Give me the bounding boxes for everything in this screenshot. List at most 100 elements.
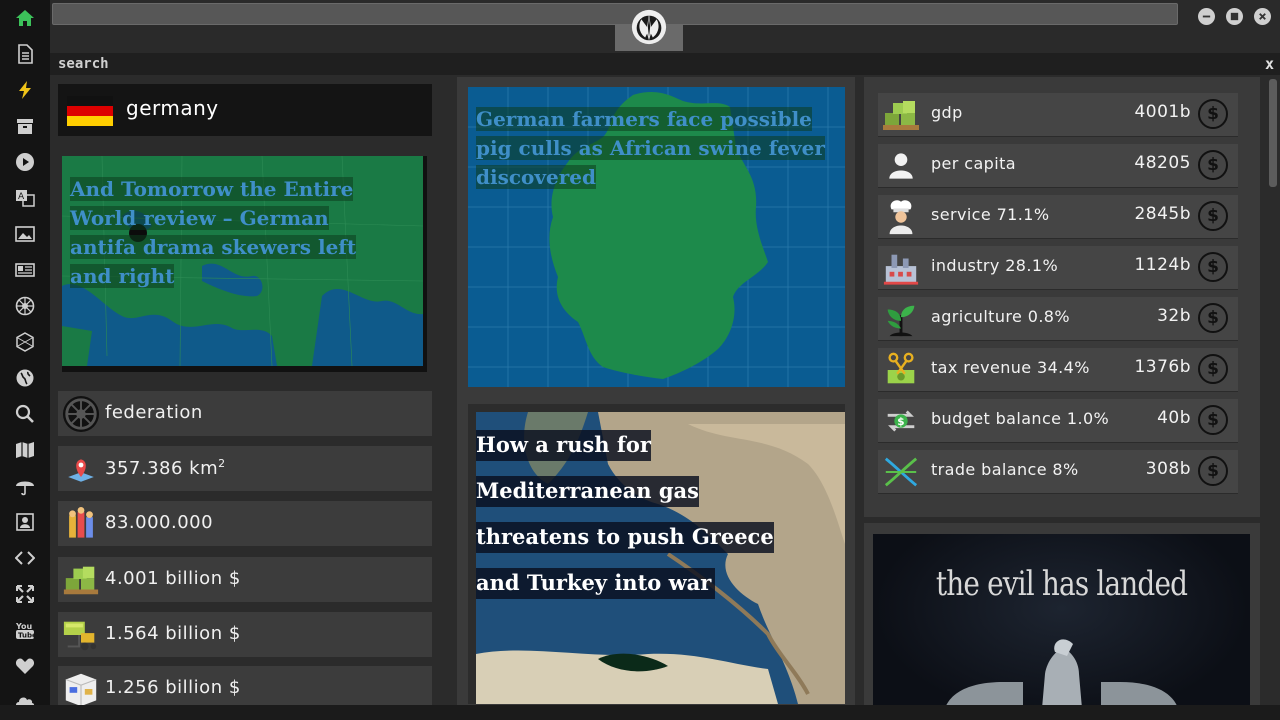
empire-emblem-icon bbox=[62, 395, 100, 433]
search-close-button[interactable]: x bbox=[1265, 55, 1274, 73]
lightning-icon[interactable] bbox=[13, 78, 37, 102]
econ-label: service 71.1% bbox=[931, 205, 1050, 224]
econ-value: 32b bbox=[1157, 306, 1191, 326]
code-icon[interactable] bbox=[13, 546, 37, 570]
globe-icon[interactable] bbox=[13, 366, 37, 390]
tax-scissors-icon bbox=[881, 350, 921, 390]
map-icon[interactable] bbox=[13, 438, 37, 462]
stat-revenue[interactable]: 1.564 billion $ bbox=[58, 612, 432, 657]
news-card-germany[interactable]: German farmers face possible pig culls a… bbox=[468, 87, 845, 387]
stat-population[interactable]: 83.000.000 bbox=[58, 501, 432, 546]
econ-label: industry 28.1% bbox=[931, 256, 1059, 275]
news-headline[interactable]: And Tomorrow the Entire World review – G… bbox=[70, 177, 357, 288]
econ-row-per-capita[interactable]: per capita 48205 $ bbox=[878, 144, 1238, 187]
search-label[interactable]: search bbox=[58, 56, 109, 72]
stat-gdp[interactable]: 4.001 billion $ bbox=[58, 557, 432, 602]
status-strip bbox=[0, 705, 1280, 720]
close-button[interactable] bbox=[1254, 8, 1271, 25]
money-forklift-icon bbox=[62, 616, 100, 654]
stat-government[interactable]: federation bbox=[58, 391, 432, 436]
umbrella-icon[interactable] bbox=[13, 474, 37, 498]
econ-label: tax revenue 34.4% bbox=[931, 358, 1090, 377]
maximize-icon bbox=[1230, 12, 1239, 21]
econ-row-industry[interactable]: industry 28.1% 1124b $ bbox=[878, 246, 1238, 289]
econ-row-trade-balance[interactable]: trade balance 8% 308b $ bbox=[878, 450, 1238, 493]
image-icon[interactable] bbox=[13, 222, 37, 246]
minimize-button[interactable] bbox=[1198, 8, 1215, 25]
econ-value: 48205 bbox=[1134, 153, 1191, 173]
title-input[interactable] bbox=[52, 3, 1178, 25]
svg-text:A: A bbox=[18, 192, 25, 202]
contact-icon[interactable] bbox=[13, 510, 37, 534]
close-icon bbox=[1259, 13, 1266, 20]
econ-label: budget balance 1.0% bbox=[931, 409, 1110, 428]
expand-icon[interactable] bbox=[13, 582, 37, 606]
person-icon bbox=[881, 146, 921, 186]
chef-icon bbox=[881, 197, 921, 237]
econ-label: agriculture 0.8% bbox=[931, 307, 1070, 326]
econ-label: gdp bbox=[931, 103, 963, 122]
econ-value: 1376b bbox=[1134, 357, 1191, 377]
hexagon-icon[interactable] bbox=[13, 330, 37, 354]
econ-row-gdp[interactable]: gdp 4001b $ bbox=[878, 93, 1238, 136]
stat-value: 1.564 billion $ bbox=[105, 623, 241, 644]
title-bar bbox=[50, 0, 1280, 53]
currency-dollar-icon[interactable]: $ bbox=[1198, 456, 1228, 486]
heart-icon[interactable] bbox=[13, 654, 37, 678]
scrollbar-thumb[interactable] bbox=[1269, 79, 1277, 187]
germany-flag-icon bbox=[67, 96, 113, 126]
stat-area[interactable]: 357.386 km2 bbox=[58, 446, 432, 491]
econ-value: 40b bbox=[1157, 408, 1191, 428]
econ-row-budget-balance[interactable]: $ budget balance 1.0% 40b $ bbox=[878, 399, 1238, 442]
currency-dollar-icon[interactable]: $ bbox=[1198, 252, 1228, 282]
news-headline[interactable]: How a rush for Mediterranean gas threate… bbox=[476, 430, 774, 599]
search-icon[interactable] bbox=[13, 402, 37, 426]
econ-row-agriculture[interactable]: agriculture 0.8% 32b $ bbox=[878, 297, 1238, 340]
factory-icon bbox=[881, 248, 921, 288]
plant-icon bbox=[881, 299, 921, 339]
econ-value: 308b bbox=[1145, 459, 1191, 479]
archive-icon[interactable] bbox=[13, 114, 37, 138]
money-pallet-icon bbox=[62, 561, 100, 599]
currency-dollar-icon[interactable]: $ bbox=[1198, 303, 1228, 333]
youtube-icon[interactable]: You Tube bbox=[13, 618, 37, 642]
minimize-icon bbox=[1202, 15, 1211, 18]
svg-text:$: $ bbox=[897, 416, 904, 428]
country-card[interactable]: germany bbox=[58, 84, 432, 136]
econ-row-service[interactable]: service 71.1% 2845b $ bbox=[878, 195, 1238, 238]
currency-dollar-icon[interactable]: $ bbox=[1198, 405, 1228, 435]
translate-icon[interactable]: A bbox=[13, 186, 37, 210]
map-pin-icon bbox=[62, 450, 100, 488]
stat-value: 357.386 km2 bbox=[105, 457, 226, 479]
maximize-button[interactable] bbox=[1226, 8, 1243, 25]
econ-label: per capita bbox=[931, 154, 1016, 173]
home-icon[interactable] bbox=[13, 6, 37, 30]
stat-value: 1.256 billion $ bbox=[105, 677, 241, 698]
money-pallet-icon bbox=[881, 95, 921, 135]
news-card-mediterranean[interactable]: How a rush for Mediterranean gas threate… bbox=[468, 404, 845, 704]
econ-row-tax-revenue[interactable]: tax revenue 34.4% 1376b $ bbox=[878, 348, 1238, 391]
empire-icon[interactable] bbox=[13, 294, 37, 318]
newspaper-icon[interactable] bbox=[13, 258, 37, 282]
eagle-emblem-image bbox=[943, 639, 1180, 720]
currency-dollar-icon[interactable]: $ bbox=[1198, 99, 1228, 129]
trade-cross-icon bbox=[881, 452, 921, 492]
money-box-icon bbox=[62, 670, 100, 708]
econ-value: 4001b bbox=[1134, 102, 1191, 122]
stat-value: 83.000.000 bbox=[105, 512, 214, 533]
currency-dollar-icon[interactable]: $ bbox=[1198, 201, 1228, 231]
news-headline[interactable]: German farmers face possible pig culls a… bbox=[476, 107, 825, 189]
stat-value: 4.001 billion $ bbox=[105, 568, 241, 589]
svg-text:You: You bbox=[15, 622, 33, 631]
currency-dollar-icon[interactable]: $ bbox=[1198, 354, 1228, 384]
sidebar: A You Tube bbox=[0, 0, 50, 720]
play-icon[interactable] bbox=[13, 150, 37, 174]
document-icon[interactable] bbox=[13, 42, 37, 66]
exchange-icon: $ bbox=[881, 401, 921, 441]
promo-banner[interactable]: the evil has landed bbox=[873, 534, 1250, 720]
econ-value: 1124b bbox=[1134, 255, 1191, 275]
stat-expenses[interactable]: 1.256 billion $ bbox=[58, 666, 432, 708]
currency-dollar-icon[interactable]: $ bbox=[1198, 150, 1228, 180]
news-card-europe[interactable]: And Tomorrow the Entire World review – G… bbox=[62, 156, 427, 372]
rebel-alliance-icon bbox=[630, 8, 668, 46]
